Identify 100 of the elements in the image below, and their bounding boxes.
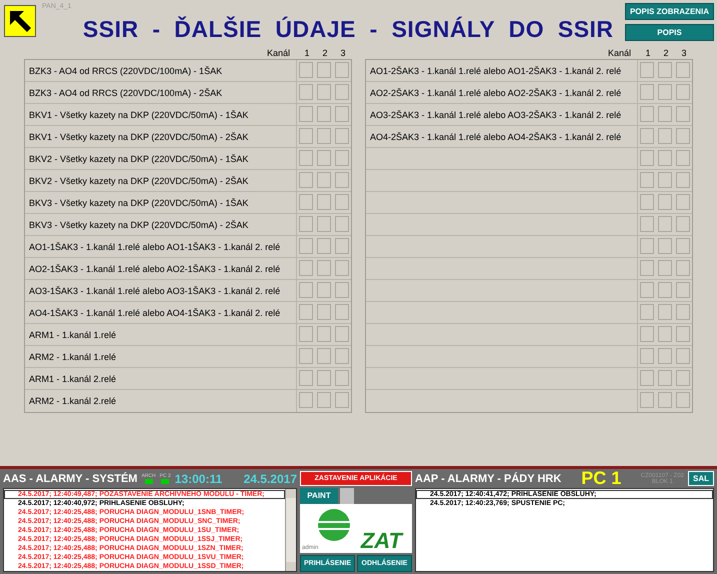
- channel-indicator: [317, 348, 331, 364]
- channel-indicator: [676, 84, 690, 100]
- channel-indicator: [335, 260, 349, 276]
- channel-indicator: [640, 392, 654, 408]
- channel-indicator: [317, 304, 331, 320]
- channel-indicator: [640, 326, 654, 342]
- paint-button[interactable]: PAINT: [300, 488, 338, 504]
- channel-indicator: [317, 84, 331, 100]
- channel-indicator: [299, 304, 313, 320]
- channel-indicator: [658, 260, 672, 276]
- channel-indicator: [335, 128, 349, 144]
- channel-number: 3: [339, 48, 346, 58]
- channel-indicator: [640, 172, 654, 188]
- channel-indicator: [299, 392, 313, 408]
- channel-indicator: [640, 238, 654, 254]
- channel-indicator: [658, 304, 672, 320]
- signal-label: ARM1 - 1.kanál 2.relé: [25, 368, 297, 389]
- channel-indicator: [676, 260, 690, 276]
- channel-indicator: [335, 282, 349, 298]
- logo-sphere-icon: [317, 506, 351, 543]
- signal-label: BZK3 - AO4 od RRCS (220VDC/100mA) - 1ŠAK: [25, 60, 297, 81]
- scrollbar[interactable]: [285, 489, 296, 571]
- channel-indicator: [335, 370, 349, 386]
- signal-label: BKV2 - Všetky kazety na DKP (220VDC/50mA) - 2ŠAK: [25, 170, 297, 191]
- status-led: [161, 479, 170, 484]
- channel-indicator: [335, 326, 349, 342]
- page-title: SSIR - ĎALŠIE ÚDAJE - SIGNÁLY DO SSIR: [82, 16, 615, 43]
- channel-indicator: [640, 84, 654, 100]
- channel-indicator: [640, 282, 654, 298]
- channel-indicator: [317, 216, 331, 232]
- channel-indicator: [658, 194, 672, 210]
- signal-label: AO3-1ŠAK3 - 1.kanál 1.relé alebo AO3-1ŠAK3 - 1.kanál 2. relé: [25, 280, 297, 301]
- channel-indicator: [317, 238, 331, 254]
- sal-button[interactable]: SAL: [688, 471, 714, 486]
- channel-indicator: [335, 216, 349, 232]
- channel-indicator: [299, 128, 313, 144]
- channel-indicator: [317, 172, 331, 188]
- company-logo: ZAT: [360, 530, 402, 552]
- channel-indicator: [658, 370, 672, 386]
- channel-indicator: [317, 392, 331, 408]
- channel-indicator: [299, 194, 313, 210]
- channel-indicator: [676, 238, 690, 254]
- channel-indicator: [676, 392, 690, 408]
- channel-indicator: [317, 128, 331, 144]
- signal-label: AO2-1ŠAK3 - 1.kanál 1.relé alebo AO2-1ŠAK3 - 1.kanál 2. relé: [25, 258, 297, 279]
- signal-label: AO2-2ŠAK3 - 1.kanál 1.relé alebo AO2-2ŠAK3 - 1.kanál 2. relé: [366, 82, 638, 103]
- description-button[interactable]: POPIS: [625, 24, 714, 41]
- clock-time: 13:00:11: [174, 472, 222, 486]
- signal-label: BZK3 - AO4 od RRCS (220VDC/100mA) - 2ŠAK: [25, 82, 297, 103]
- channel-indicator: [317, 370, 331, 386]
- status-led: [144, 479, 153, 484]
- channel-indicator: [335, 194, 349, 210]
- channel-indicator: [658, 238, 672, 254]
- channel-indicator: [676, 282, 690, 298]
- description-button[interactable]: POPIS ZOBRAZENIA: [625, 3, 714, 20]
- blank-button[interactable]: [340, 488, 354, 504]
- signal-label: ARM1 - 1.kanál 1.relé: [25, 324, 297, 345]
- channel-indicator: [299, 238, 313, 254]
- channel-indicator: [676, 150, 690, 166]
- channel-number: 2: [321, 48, 328, 58]
- channel-indicator: [658, 392, 672, 408]
- channel-indicator: [317, 150, 331, 166]
- channel-indicator: [640, 370, 654, 386]
- signal-label: AO4-2ŠAK3 - 1.kanál 1.relé alebo AO4-2ŠAK3 - 1.kanál 2. relé: [366, 126, 638, 147]
- channel-indicator: [676, 62, 690, 78]
- signal-label: AO1-1ŠAK3 - 1.kanál 1.relé alebo AO1-1ŠAK3 - 1.kanál 2. relé: [25, 236, 297, 257]
- signal-label: BKV1 - Všetky kazety na DKP (220VDC/50mA) - 1ŠAK: [25, 104, 297, 125]
- channel-indicator: [676, 172, 690, 188]
- panel-title: AAS - ALARMY - SYSTÉM: [3, 472, 138, 484]
- channel-indicator: [299, 260, 313, 276]
- channel-indicator: [335, 84, 349, 100]
- channel-indicator: [640, 106, 654, 122]
- channel-indicator: [658, 326, 672, 342]
- channel-indicator: [640, 304, 654, 320]
- channel-indicator: [299, 282, 313, 298]
- pc-label: PC 1: [581, 468, 622, 489]
- channel-indicator: [658, 128, 672, 144]
- channel-indicator: [335, 304, 349, 320]
- channel-header: Kanál: [608, 48, 631, 58]
- channel-indicator: [640, 150, 654, 166]
- channel-indicator: [658, 172, 672, 188]
- channel-number: 1: [303, 48, 310, 58]
- channel-indicator: [640, 62, 654, 78]
- channel-indicator: [676, 348, 690, 364]
- channel-indicator: [640, 128, 654, 144]
- channel-number: 1: [644, 48, 652, 58]
- channel-indicator: [299, 84, 313, 100]
- channel-indicator: [640, 260, 654, 276]
- channel-number: 2: [662, 48, 670, 58]
- channel-indicator: [335, 392, 349, 408]
- channel-indicator: [658, 62, 672, 78]
- channel-indicator: [658, 150, 672, 166]
- channel-indicator: [658, 216, 672, 232]
- channel-indicator: [299, 106, 313, 122]
- channel-indicator: [299, 326, 313, 342]
- channel-indicator: [676, 194, 690, 210]
- signal-label: BKV3 - Všetky kazety na DKP (220VDC/50mA) - 2ŠAK: [25, 214, 297, 235]
- signal-label: BKV1 - Všetky kazety na DKP (220VDC/50mA) - 2ŠAK: [25, 126, 297, 147]
- channel-indicator: [299, 216, 313, 232]
- channel-indicator: [676, 326, 690, 342]
